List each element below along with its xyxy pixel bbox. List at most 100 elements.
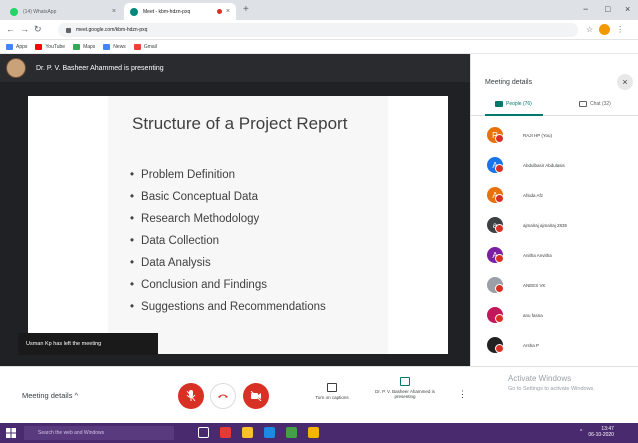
- tab-people-label: People (76): [506, 101, 532, 107]
- windows-start-icon[interactable]: [6, 428, 16, 438]
- list-item[interactable]: anu fasna: [471, 300, 638, 330]
- tab-chat[interactable]: Chat (32): [579, 101, 611, 107]
- presenter-bar: Dr. P. V. Basheer Ahammed is presenting: [0, 54, 470, 82]
- list-item[interactable]: ANEES VK: [471, 270, 638, 300]
- slide-title: Structure of a Project Report: [132, 114, 348, 133]
- close-tab-icon[interactable]: ×: [226, 8, 230, 15]
- list-item[interactable]: A Afsida Afz: [471, 180, 638, 210]
- slide-bullet: Conclusion and Findings: [130, 274, 326, 296]
- reload-icon[interactable]: ↻: [34, 24, 42, 35]
- meeting-details-panel: Meeting details × People (76) Chat (32) …: [470, 54, 638, 383]
- presenting-label: Dr. P. V. Basheer Ahammed is presenting: [375, 389, 435, 399]
- participant-name: ANEES VK: [523, 282, 546, 288]
- chat-icon: [579, 101, 587, 107]
- presenting-button[interactable]: Dr. P. V. Basheer Ahammed is presenting: [370, 377, 440, 399]
- tab-title: (14) WhatsApp: [23, 8, 57, 15]
- call-end-icon: [218, 394, 228, 398]
- browser-menu-icon[interactable]: ⋮: [616, 25, 624, 34]
- participant-name: anu fasna: [523, 312, 543, 318]
- bookmark-label: Maps: [83, 43, 96, 50]
- people-icon: [495, 101, 503, 107]
- watermark-subtitle: Go to Settings to activate Windows.: [508, 386, 595, 392]
- slide-bullet: Suggestions and Recommendations: [130, 296, 326, 318]
- more-options-icon[interactable]: ⋮: [458, 389, 467, 400]
- participant-name: Anitha Anvitha: [523, 252, 552, 258]
- captions-button[interactable]: Turn on captions: [302, 383, 362, 400]
- list-item[interactable]: a ajmalraj ajmalraj 2835: [471, 210, 638, 240]
- camera-off-button[interactable]: [243, 383, 269, 409]
- slide-bullet: Data Analysis: [130, 252, 326, 274]
- slide-bullet-list: Problem Definition Basic Conceptual Data…: [130, 164, 326, 318]
- tab-title: Meet - kbm-hdzn-pxq: [143, 8, 191, 15]
- back-icon[interactable]: ←: [6, 24, 15, 34]
- bookmark-maps[interactable]: Maps: [73, 43, 96, 50]
- pdf-reader-icon[interactable]: [220, 427, 231, 438]
- participant-name: Arsha P: [523, 342, 540, 348]
- bookmark-news[interactable]: News: [103, 43, 126, 50]
- mic-off-icon: [495, 224, 504, 233]
- presentation-stage: Dr. P. V. Basheer Ahammed is presenting …: [0, 54, 470, 366]
- forward-icon[interactable]: →: [20, 24, 29, 34]
- url-input[interactable]: meet.google.com/kbm-hdzn-pxq: [58, 23, 578, 37]
- list-item[interactable]: A Abdulbasir Abdulasis: [471, 150, 638, 180]
- url-text: meet.google.com/kbm-hdzn-pxq: [76, 27, 148, 33]
- windows-taskbar: Search the web and Windows ^ 13:47 06-10…: [0, 423, 638, 443]
- tab-meet[interactable]: Meet - kbm-hdzn-pxq ×: [124, 3, 236, 20]
- bookmark-youtube[interactable]: YouTube: [35, 43, 66, 50]
- bookmark-apps[interactable]: Apps: [6, 43, 27, 50]
- chrome-icon[interactable]: [308, 427, 319, 438]
- bookmark-gmail[interactable]: Gmail: [133, 43, 157, 50]
- panel-tabs: People (76) Chat (32): [471, 98, 638, 116]
- list-item[interactable]: A Anitha Anvitha: [471, 240, 638, 270]
- notification-area-icon[interactable]: ^: [580, 429, 582, 435]
- bookmark-star-icon[interactable]: ☆: [586, 25, 593, 34]
- new-tab-button[interactable]: +: [243, 4, 249, 15]
- watermark-title: Activate Windows: [508, 374, 572, 383]
- news-icon: [103, 43, 111, 50]
- browser-tab-bar: (14) WhatsApp × Meet - kbm-hdzn-pxq × + …: [0, 0, 638, 20]
- close-tab-icon[interactable]: ×: [112, 8, 116, 15]
- captions-icon: [327, 383, 337, 392]
- mic-off-icon: [495, 344, 504, 353]
- bookmarks-bar: Apps YouTube Maps News Gmail: [0, 40, 638, 54]
- close-window-button[interactable]: ×: [625, 4, 630, 14]
- task-view-icon[interactable]: [198, 427, 209, 438]
- tab-chat-label: Chat (32): [590, 101, 611, 107]
- clock[interactable]: 13:47 06-10-2020: [588, 426, 614, 438]
- hang-up-button[interactable]: [210, 383, 236, 409]
- taskbar-apps: [198, 427, 319, 438]
- gmail-icon: [133, 43, 141, 50]
- active-tab-indicator: [485, 114, 543, 116]
- taskbar-search-input[interactable]: Search the web and Windows: [24, 426, 174, 440]
- activate-windows-watermark: Activate Windows Go to Settings to activ…: [508, 374, 595, 394]
- maximize-button[interactable]: □: [605, 4, 610, 14]
- list-item[interactable]: R RAJI HP (You): [471, 120, 638, 150]
- tab-whatsapp[interactable]: (14) WhatsApp ×: [4, 3, 122, 20]
- meeting-details-button[interactable]: Meeting details ^: [22, 391, 78, 400]
- meet-icon: [130, 7, 138, 16]
- videocam-off-icon: [250, 391, 262, 401]
- tab-people[interactable]: People (76): [495, 101, 532, 107]
- close-panel-button[interactable]: ×: [617, 74, 633, 90]
- slide-bullet: Data Collection: [130, 230, 326, 252]
- maps-icon: [73, 43, 81, 50]
- clock-date: 06-10-2020: [588, 432, 614, 438]
- bookmark-label: Gmail: [143, 43, 157, 50]
- list-item[interactable]: Arsha P: [471, 330, 638, 360]
- whatsapp-icon: [10, 7, 18, 16]
- profile-avatar[interactable]: [599, 24, 611, 35]
- presenter-label: Dr. P. V. Basheer Ahammed is presenting: [36, 64, 164, 72]
- minimize-button[interactable]: −: [583, 4, 588, 14]
- edge-icon[interactable]: [264, 427, 275, 438]
- left-meeting-toast: Usman Kp has left the meeting: [18, 333, 158, 355]
- mic-off-icon: [495, 164, 504, 173]
- panel-header: Meeting details ×: [471, 54, 638, 98]
- mic-off-button[interactable]: [178, 383, 204, 409]
- mic-off-icon: [495, 314, 504, 323]
- mic-off-icon: [495, 134, 504, 143]
- store-icon[interactable]: [286, 427, 297, 438]
- mic-off-icon: [495, 254, 504, 263]
- file-explorer-icon[interactable]: [242, 427, 253, 438]
- bookmark-label: YouTube: [45, 43, 66, 50]
- slide-bullet: Research Methodology: [130, 208, 326, 230]
